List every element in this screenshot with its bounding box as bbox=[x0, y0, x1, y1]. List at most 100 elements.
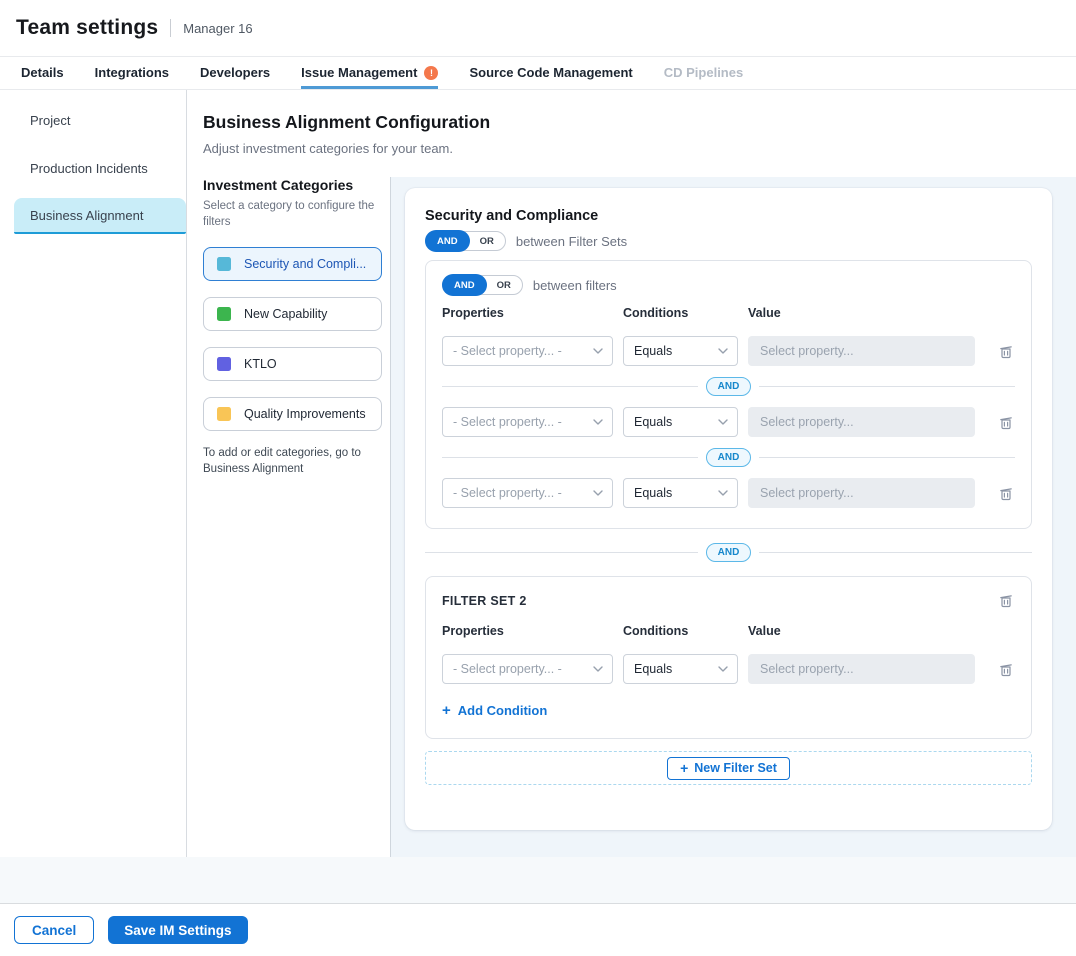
between-filters-label: between filters bbox=[533, 278, 617, 293]
and-connector: AND bbox=[442, 448, 1015, 467]
page-context: Manager 16 bbox=[183, 21, 252, 36]
delete-filter-button[interactable] bbox=[997, 342, 1015, 361]
footer-spacer-strip bbox=[0, 857, 1076, 904]
trash-icon bbox=[999, 344, 1013, 359]
and-or-toggle: AND OR bbox=[425, 231, 506, 251]
and-connector-pill: AND bbox=[706, 448, 752, 467]
condition-select[interactable]: Equals bbox=[623, 478, 738, 508]
section-subtitle: Adjust investment categories for your te… bbox=[203, 141, 453, 156]
property-select[interactable]: - Select property... - bbox=[442, 407, 613, 437]
and-connector-pill: AND bbox=[706, 377, 752, 396]
property-select[interactable]: - Select property... - bbox=[442, 478, 613, 508]
categories-list: Security and Compli... New Capability KT… bbox=[203, 247, 385, 431]
new-filter-set-dropzone: + New Filter Set bbox=[425, 751, 1032, 785]
conditions-column-header: Conditions bbox=[623, 624, 738, 638]
tab-source-code-management[interactable]: Source Code Management bbox=[469, 57, 632, 89]
delete-filter-button[interactable] bbox=[997, 413, 1015, 432]
divider-line bbox=[442, 386, 698, 387]
properties-column-header: Properties bbox=[442, 624, 613, 638]
tab-label: CD Pipelines bbox=[664, 65, 743, 80]
add-condition-label: Add Condition bbox=[458, 703, 548, 718]
categories-heading: Investment Categories bbox=[203, 177, 385, 193]
and-connector: AND bbox=[442, 377, 1015, 396]
divider-line bbox=[442, 457, 698, 458]
categories-footnote: To add or edit categories, go to Busines… bbox=[203, 445, 375, 477]
value-input[interactable] bbox=[748, 478, 975, 508]
sidebar-item-production-incidents[interactable]: Production Incidents bbox=[30, 161, 148, 176]
tab-details[interactable]: Details bbox=[21, 57, 64, 89]
investment-categories-panel: Investment Categories Select a category … bbox=[203, 177, 385, 477]
trash-icon bbox=[999, 486, 1013, 501]
toggle-or-option[interactable]: OR bbox=[486, 275, 522, 295]
category-button-security-and-compliance[interactable]: Security and Compli... bbox=[203, 247, 382, 281]
tab-bar: Details Integrations Developers Issue Ma… bbox=[0, 57, 1076, 90]
add-condition-button[interactable]: + Add Condition bbox=[442, 703, 547, 718]
toggle-or-option[interactable]: OR bbox=[469, 231, 505, 251]
delete-filter-set-button[interactable] bbox=[997, 591, 1015, 610]
delete-filter-button[interactable] bbox=[997, 660, 1015, 679]
between-sets-toggle-row: AND OR between Filter Sets bbox=[425, 231, 1032, 251]
filter-row: - Select property... - Equals bbox=[442, 336, 1015, 366]
page-title: Team settings bbox=[16, 16, 158, 40]
filter-row: - Select property... - Equals bbox=[442, 654, 1015, 684]
category-button-new-capability[interactable]: New Capability bbox=[203, 297, 382, 331]
category-label: KTLO bbox=[244, 357, 277, 371]
trash-icon bbox=[999, 593, 1013, 608]
properties-column-header: Properties bbox=[442, 306, 613, 320]
tab-integrations[interactable]: Integrations bbox=[95, 57, 169, 89]
divider-line bbox=[759, 552, 1032, 553]
section-title: Business Alignment Configuration bbox=[203, 112, 490, 133]
category-button-quality-improvements[interactable]: Quality Improvements bbox=[203, 397, 382, 431]
property-select[interactable]: - Select property... - bbox=[442, 336, 613, 366]
filters-card: Security and Compliance AND OR between F… bbox=[405, 188, 1052, 830]
select-placeholder: - Select property... - bbox=[453, 344, 562, 358]
sidebar-item-business-alignment[interactable]: Business Alignment bbox=[14, 198, 186, 234]
and-connector-between-sets: AND bbox=[425, 543, 1032, 562]
select-value: Equals bbox=[634, 344, 672, 358]
save-im-settings-button[interactable]: Save IM Settings bbox=[108, 916, 247, 944]
condition-select[interactable]: Equals bbox=[623, 336, 738, 366]
chevron-down-icon bbox=[593, 419, 603, 425]
filter-row: - Select property... - Equals bbox=[442, 478, 1015, 508]
cancel-button[interactable]: Cancel bbox=[14, 916, 94, 944]
toggle-and-option[interactable]: AND bbox=[425, 230, 470, 252]
tab-label: Source Code Management bbox=[469, 65, 632, 80]
category-button-ktlo[interactable]: KTLO bbox=[203, 347, 382, 381]
page-header: Team settings Manager 16 bbox=[0, 0, 1076, 57]
value-column-header: Value bbox=[748, 306, 975, 320]
and-connector-pill: AND bbox=[706, 543, 752, 562]
property-select[interactable]: - Select property... - bbox=[442, 654, 613, 684]
filter-row: - Select property... - Equals bbox=[442, 407, 1015, 437]
divider-line bbox=[425, 552, 698, 553]
select-value: Equals bbox=[634, 486, 672, 500]
tab-label: Developers bbox=[200, 65, 270, 80]
settings-sidebar: Project Production Incidents Business Al… bbox=[0, 90, 187, 857]
category-label: Security and Compli... bbox=[244, 257, 366, 271]
column-headers: Properties Conditions Value bbox=[442, 624, 1015, 638]
chevron-down-icon bbox=[593, 666, 603, 672]
and-or-toggle: AND OR bbox=[442, 275, 523, 295]
condition-select[interactable]: Equals bbox=[623, 654, 738, 684]
select-value: Equals bbox=[634, 662, 672, 676]
condition-select[interactable]: Equals bbox=[623, 407, 738, 437]
filter-set-2-title: FILTER SET 2 bbox=[442, 591, 527, 608]
footer-action-bar: Cancel Save IM Settings bbox=[0, 904, 1076, 956]
tab-developers[interactable]: Developers bbox=[200, 57, 270, 89]
sidebar-item-project[interactable]: Project bbox=[30, 113, 70, 128]
value-input[interactable] bbox=[748, 336, 975, 366]
value-input[interactable] bbox=[748, 654, 975, 684]
select-placeholder: - Select property... - bbox=[453, 486, 562, 500]
chevron-down-icon bbox=[718, 348, 728, 354]
new-filter-set-button[interactable]: + New Filter Set bbox=[667, 757, 790, 780]
trash-icon bbox=[999, 662, 1013, 677]
value-input[interactable] bbox=[748, 407, 975, 437]
chevron-down-icon bbox=[593, 348, 603, 354]
title-divider bbox=[170, 19, 171, 37]
tab-label: Issue Management bbox=[301, 65, 417, 80]
toggle-and-option[interactable]: AND bbox=[442, 274, 487, 296]
chevron-down-icon bbox=[718, 490, 728, 496]
filter-set-2-header: FILTER SET 2 bbox=[442, 591, 1015, 610]
delete-filter-button[interactable] bbox=[997, 484, 1015, 503]
tab-issue-management[interactable]: Issue Management ! bbox=[301, 57, 438, 89]
category-color-swatch bbox=[217, 407, 231, 421]
